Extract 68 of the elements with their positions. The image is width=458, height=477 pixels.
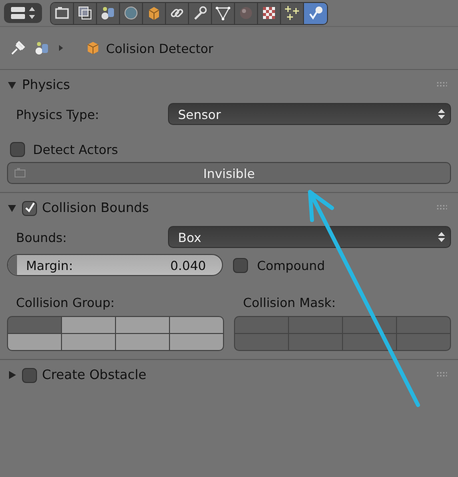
sparkles-icon: [284, 5, 300, 21]
checkbox[interactable]: [233, 258, 248, 272]
layer-toggle[interactable]: [116, 334, 169, 350]
layer-toggle[interactable]: [116, 317, 169, 333]
properties-tab[interactable]: [189, 2, 212, 24]
checkbox-label: Detect Actors: [33, 142, 118, 156]
layer-toggle[interactable]: [343, 334, 396, 350]
field-label: Collision Mask:: [242, 295, 337, 311]
panel-title: Physics: [22, 78, 70, 92]
invisible-toggle-button[interactable]: Invisible: [7, 162, 451, 184]
globe-icon: [123, 5, 139, 21]
field-label: Collision Group:: [15, 295, 116, 311]
layers-icon: [77, 5, 93, 21]
properties-tab[interactable]: [212, 2, 235, 24]
editor-type-button[interactable]: [4, 3, 42, 23]
layer-toggle[interactable]: [289, 334, 342, 350]
sphere-icon: [238, 5, 254, 21]
layer-toggle[interactable]: [289, 317, 342, 333]
checkbox[interactable]: [22, 200, 37, 216]
expand-triangle-icon[interactable]: [7, 370, 17, 380]
cube-icon: [86, 41, 100, 55]
properties-tab[interactable]: [143, 2, 166, 24]
camera-icon: [14, 168, 26, 178]
object-name: Colision Detector: [106, 40, 214, 56]
drag-handle-icon[interactable]: [437, 205, 447, 211]
collapse-triangle-icon[interactable]: [7, 203, 17, 213]
scene-icon: [34, 40, 50, 56]
up-down-arrows-icon: [438, 108, 445, 120]
panel-title: Collision Bounds: [42, 200, 149, 216]
layer-toggle[interactable]: [8, 317, 61, 333]
layer-toggle[interactable]: [170, 317, 223, 333]
cube-icon: [146, 5, 162, 21]
collapse-triangle-icon[interactable]: [7, 80, 17, 90]
checkmark-ball-icon: [308, 5, 324, 21]
properties-tab[interactable]: [97, 2, 120, 24]
field-label: Bounds:: [15, 230, 68, 244]
layer-toggle[interactable]: [8, 334, 61, 350]
layer-toggle[interactable]: [397, 317, 450, 333]
checkerboard-icon: [261, 5, 277, 21]
drag-handle-icon[interactable]: [437, 82, 447, 88]
properties-tab[interactable]: [258, 2, 281, 24]
up-down-arrows-icon: [438, 231, 445, 243]
chevron-icon: [58, 44, 64, 52]
layer-toggle[interactable]: [235, 334, 288, 350]
layer-toggle[interactable]: [170, 334, 223, 350]
properties-tab[interactable]: [120, 2, 143, 24]
checkbox[interactable]: [10, 142, 25, 156]
layer-toggle[interactable]: [397, 334, 450, 350]
field-label: Physics Type:: [15, 106, 100, 122]
layer-toggle[interactable]: [62, 334, 115, 350]
scene-icon: [100, 5, 116, 21]
checkbox-label: Compound: [257, 258, 325, 272]
layer-toggle[interactable]: [235, 317, 288, 333]
properties-tab[interactable]: [304, 2, 327, 24]
properties-tab[interactable]: [51, 2, 74, 24]
properties-tab[interactable]: [166, 2, 189, 24]
bounds-dropdown[interactable]: Box: [168, 226, 451, 248]
camera-icon: [54, 5, 70, 21]
margin-slider[interactable]: Margin: 0.040: [7, 254, 223, 276]
triangle-mesh-icon: [215, 5, 231, 21]
properties-tab[interactable]: [281, 2, 304, 24]
layer-toggle[interactable]: [62, 317, 115, 333]
physics-type-dropdown[interactable]: Sensor: [168, 103, 451, 125]
checkbox[interactable]: [22, 368, 37, 382]
panel-title: Create Obstacle: [42, 368, 146, 382]
properties-tab[interactable]: [74, 2, 97, 24]
drag-handle-icon[interactable]: [437, 372, 447, 378]
layer-toggle[interactable]: [343, 317, 396, 333]
